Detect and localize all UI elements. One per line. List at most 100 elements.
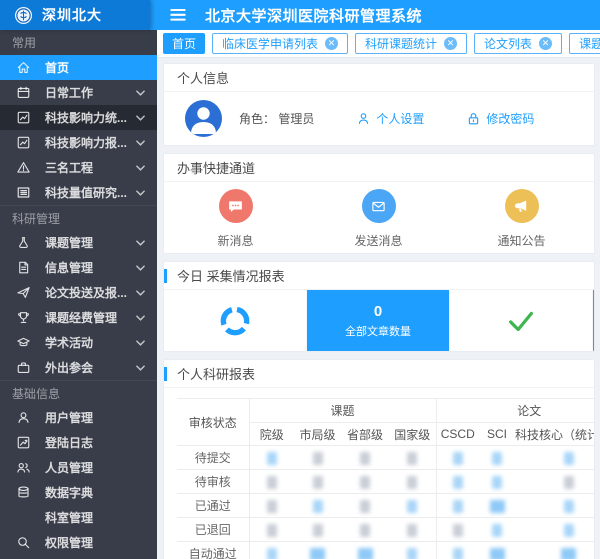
lock-icon (466, 111, 481, 126)
redacted-value (267, 548, 277, 559)
sidebar-item-personnel-mgmt[interactable]: 人员管理 (0, 455, 157, 480)
redacted-value (313, 452, 323, 465)
sidebar-item-tech-value-research[interactable]: 科技量值研究... (0, 180, 157, 205)
sidebar-item-department-mgmt[interactable]: 科室管理 (0, 505, 157, 530)
quick-item-send-message[interactable]: 发送消息 (307, 189, 450, 253)
magnifier-icon (15, 535, 31, 551)
redacted-value (313, 476, 323, 489)
sidebar-item-label: 科技影响力报... (45, 134, 127, 151)
sidebar-item-data-dictionary[interactable]: 数据字典 (0, 480, 157, 505)
tab-project-fee-report[interactable]: 课题费用报表✕ (569, 33, 600, 54)
table-cell-redacted (389, 494, 436, 518)
personal-settings-label: 个人设置 (376, 110, 424, 127)
sidebar-item-label: 科室管理 (45, 509, 93, 526)
close-icon[interactable]: ✕ (444, 37, 457, 50)
table-row: 自动通过 (177, 542, 594, 559)
sidebar-section-label: 科研管理 (0, 205, 157, 230)
table-col-header: SCI (479, 423, 515, 446)
tab-home[interactable]: 首页 (163, 33, 205, 54)
close-icon[interactable]: ✕ (539, 37, 552, 50)
table-cell-redacted (341, 518, 389, 542)
table-cell-redacted (515, 494, 594, 518)
sidebar-item-paper-submission[interactable]: 论文投送及报... (0, 280, 157, 305)
alert-triangle-icon (15, 160, 31, 176)
sidebar-item-tech-impact-report[interactable]: 科技影响力报... (0, 130, 157, 155)
chevron-down-icon (136, 340, 145, 346)
table-row: 待审核 (177, 470, 594, 494)
redacted-value (492, 476, 502, 489)
chevron-down-icon (136, 265, 145, 271)
sidebar-item-permission-mgmt[interactable]: 权限管理 (0, 530, 157, 555)
briefcase-icon (15, 360, 31, 376)
sidebar-item-project-mgmt[interactable]: 课题管理 (0, 230, 157, 255)
menu-toggle-button[interactable] (163, 0, 193, 30)
document-icon (15, 260, 31, 276)
table-cell-redacted (294, 518, 341, 542)
redacted-value (407, 548, 417, 559)
redacted-value (267, 500, 277, 513)
change-password-link[interactable]: 修改密码 (466, 110, 534, 127)
tab-research-project-stats[interactable]: 科研课题统计✕ (355, 33, 467, 54)
personal-settings-link[interactable]: 个人设置 (356, 110, 424, 127)
redacted-value (492, 524, 502, 537)
research-report-body: 审核状态课题论文院级市局级省部级国家级CSCDSCI科技核心（统计源）期刊待提交… (164, 388, 594, 559)
sidebar-item-info-mgmt[interactable]: 信息管理 (0, 255, 157, 280)
table-cell-redacted (249, 542, 294, 559)
redacted-value (564, 452, 574, 465)
table-cell-redacted (436, 446, 479, 470)
close-icon[interactable]: ✕ (325, 37, 338, 50)
redacted-value (564, 500, 574, 513)
chevron-down-icon (136, 365, 145, 371)
table-cell-redacted (436, 470, 479, 494)
tab-clinical-apply-list[interactable]: 临床医学申请列表✕ (212, 33, 348, 54)
sidebar-item-label: 用户管理 (45, 409, 93, 426)
table-cell-redacted (479, 494, 515, 518)
sidebar-item-academic-activity[interactable]: 学术活动 (0, 330, 157, 355)
page-title: 北京大学深圳医院科研管理系统 (205, 5, 422, 26)
sidebar-item-home[interactable]: 首页 (0, 55, 157, 80)
tab-paper-list[interactable]: 论文列表✕ (474, 33, 562, 54)
redacted-value (360, 476, 370, 489)
sidebar-item-label: 课题经费管理 (45, 309, 117, 326)
table-row: 已退回 (177, 518, 594, 542)
user-icon (15, 410, 31, 426)
table-cell-redacted (249, 470, 294, 494)
redacted-value (267, 524, 277, 537)
table-cell-redacted (479, 518, 515, 542)
content-scroll-area[interactable]: 个人信息 角色： 管理员 个人设置 (157, 58, 600, 559)
sidebar-item-tech-impact-stats[interactable]: 科技影响力统... (0, 105, 157, 130)
sidebar-item-project-funding[interactable]: 课题经费管理 (0, 305, 157, 330)
logo-block[interactable]: 深圳北大 (0, 0, 150, 30)
chevron-down-icon (136, 140, 145, 146)
redacted-value (490, 500, 505, 513)
stat-cell-loading (164, 290, 307, 351)
sidebar-item-label: 日常工作 (45, 84, 93, 101)
sidebar-item-conference-travel[interactable]: 外出参会 (0, 355, 157, 380)
sidebar-item-label: 论文投送及报... (45, 284, 127, 301)
quick-channel-card: 办事快捷通道 新消息发送消息通知公告 (163, 153, 595, 254)
quick-item-new-message[interactable]: 新消息 (164, 189, 307, 253)
role-value: 管理员 (278, 112, 314, 126)
sidebar-item-label: 科技影响力统... (45, 109, 127, 126)
database-icon (15, 485, 31, 501)
sidebar-item-three-name-project[interactable]: 三名工程 (0, 155, 157, 180)
redacted-value (310, 548, 325, 559)
table-col-header: 市局级 (294, 423, 341, 446)
chevron-down-icon (136, 290, 145, 296)
research-report-card: 个人科研报表 审核状态课题论文院级市局级省部级国家级CSCDSCI科技核心（统计… (163, 359, 595, 559)
profile-card-title: 个人信息 (164, 64, 594, 92)
redacted-value (453, 452, 463, 465)
table-cell-redacted (479, 542, 515, 559)
profile-card: 个人信息 角色： 管理员 个人设置 (163, 63, 595, 146)
table-col-header: 省部级 (341, 423, 389, 446)
table-cell-redacted (341, 470, 389, 494)
sidebar-item-login-log[interactable]: 登陆日志 (0, 430, 157, 455)
profile-card-body: 角色： 管理员 个人设置 修改密码 (164, 92, 594, 145)
sidebar-item-daily-work[interactable]: 日常工作 (0, 80, 157, 105)
avatar[interactable] (185, 100, 222, 137)
sidebar-item-user-mgmt[interactable]: 用户管理 (0, 405, 157, 430)
row-status-label: 已退回 (177, 518, 249, 542)
table-cell-redacted (389, 518, 436, 542)
loading-spinner-icon (217, 303, 253, 339)
quick-item-notice[interactable]: 通知公告 (450, 189, 593, 253)
